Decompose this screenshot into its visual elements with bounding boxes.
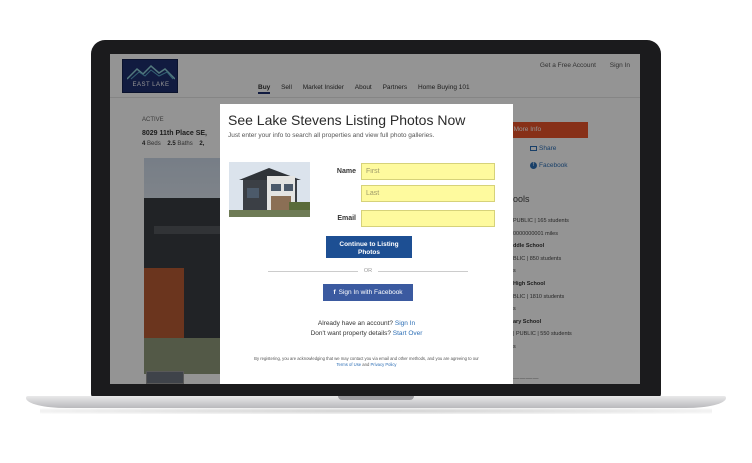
continue-button[interactable]: Continue to Listing Photos [326, 236, 412, 258]
facebook-f-icon: f [333, 289, 336, 296]
start-over-link[interactable]: Start Over [393, 330, 423, 337]
facebook-signin-button[interactable]: f Sign In with Facebook [323, 284, 413, 301]
or-divider: OR [268, 267, 468, 275]
already-account-text: Already have an account? Sign In [220, 320, 513, 327]
signup-modal: See Lake Stevens Listing Photos Now Just… [220, 104, 513, 384]
modal-title: See Lake Stevens Listing Photos Now [228, 112, 466, 128]
modal-subtitle: Just enter your info to search all prope… [228, 132, 435, 139]
email-label: Email [337, 215, 356, 222]
legal-text: By registering, you are acknowledging th… [254, 356, 479, 361]
house-photo-icon [229, 162, 310, 217]
legal-links: Terms of Use and Privacy Policy [220, 362, 513, 367]
continue-label-1: Continue to Listing [339, 240, 399, 248]
legal-and: and [362, 362, 370, 367]
no-details-label: Don't want property details? [310, 330, 391, 337]
no-details-text: Don't want property details? Start Over [220, 330, 513, 337]
name-label: Name [336, 168, 356, 175]
modal-listing-photo [229, 162, 310, 217]
or-line-right [378, 271, 468, 272]
first-name-input[interactable] [361, 163, 495, 180]
facebook-signin-label: Sign In with Facebook [338, 289, 403, 296]
last-name-input[interactable] [361, 185, 495, 202]
laptop-notch [338, 396, 414, 400]
terms-of-use-link[interactable]: Terms of Use [336, 362, 361, 367]
laptop-screen: EAST LAKE Get a Free Account Sign In Buy… [110, 54, 640, 384]
privacy-policy-link[interactable]: Privacy Policy [370, 362, 396, 367]
already-label: Already have an account? [317, 320, 394, 327]
email-input[interactable] [361, 210, 495, 227]
modal-sign-in-link[interactable]: Sign In [395, 320, 415, 327]
continue-label-2: Photos [357, 248, 381, 256]
laptop-shadow [40, 408, 712, 414]
